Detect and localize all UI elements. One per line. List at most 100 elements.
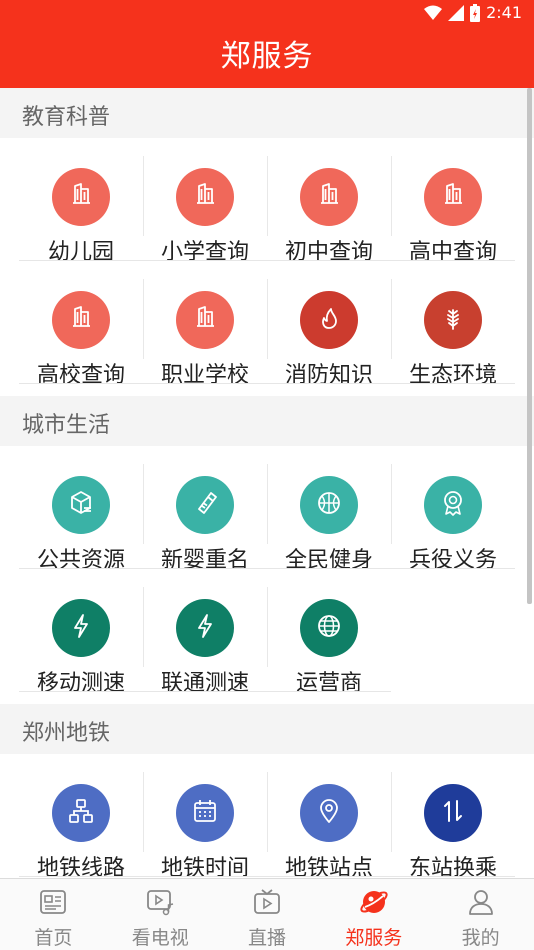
service-icon-circle xyxy=(300,291,358,349)
medal-icon xyxy=(438,488,468,522)
calendar-icon xyxy=(190,796,220,830)
tv-music-icon xyxy=(145,887,175,917)
live-tv-icon xyxy=(252,887,282,917)
service-item[interactable]: 初中查询 xyxy=(267,138,391,265)
services-list[interactable]: 教育科普幼儿园 小学查询 初中查询 高中查询高校查询 职业学校 消防知识 生态环境城市生活公… xyxy=(0,88,534,878)
service-icon-circle xyxy=(424,784,482,842)
tab-label: 郑服务 xyxy=(345,927,403,949)
section-header: 郑州地铁 xyxy=(0,704,534,754)
service-icon-circle xyxy=(52,476,110,534)
building-icon xyxy=(190,180,220,214)
service-item[interactable]: 东站换乘 xyxy=(391,754,515,878)
building-icon xyxy=(66,180,96,214)
building-icon xyxy=(190,303,220,337)
tab-label: 我的 xyxy=(461,927,500,949)
service-item[interactable]: 高中查询 xyxy=(391,138,515,265)
battery-icon xyxy=(470,3,481,22)
scrollbar[interactable] xyxy=(527,88,532,604)
service-icon-circle xyxy=(52,168,110,226)
service-item[interactable]: 联通测速 xyxy=(143,569,267,696)
planet-icon xyxy=(359,887,389,917)
wifi-icon xyxy=(424,5,443,20)
service-label: 职业学校 xyxy=(160,363,249,388)
section-header: 教育科普 xyxy=(0,88,534,138)
service-label: 消防知识 xyxy=(284,363,373,388)
service-item[interactable]: 地铁时间 xyxy=(143,754,267,878)
service-label: 联通测速 xyxy=(160,671,249,696)
service-label: 高校查询 xyxy=(36,363,125,388)
ball-icon xyxy=(314,488,344,522)
tab-live[interactable]: 直播 xyxy=(214,879,321,950)
service-icon-circle xyxy=(300,784,358,842)
globe-icon xyxy=(314,611,344,645)
service-icon-circle xyxy=(176,476,234,534)
service-item[interactable]: 生态环境 xyxy=(391,261,515,388)
column-divider xyxy=(267,587,268,667)
page-title: 郑服务 xyxy=(220,39,314,74)
flame-icon xyxy=(314,303,344,337)
service-label: 生态环境 xyxy=(408,363,497,388)
column-divider xyxy=(391,279,392,359)
tab-label: 直播 xyxy=(247,927,286,949)
cell-signal-icon xyxy=(448,4,465,21)
row-divider xyxy=(19,383,515,384)
column-divider xyxy=(267,772,268,852)
service-icon-circle xyxy=(176,168,234,226)
service-icon-circle xyxy=(52,599,110,657)
row-divider xyxy=(19,691,391,692)
tab-services[interactable]: 郑服务 xyxy=(320,879,427,950)
service-icon-circle xyxy=(424,168,482,226)
column-divider xyxy=(143,587,144,667)
tab-label: 首页 xyxy=(34,927,73,949)
service-label: 兵役义务 xyxy=(408,548,497,573)
service-label: 地铁线路 xyxy=(36,856,125,878)
service-label: 地铁站点 xyxy=(284,856,373,878)
service-label: 运营商 xyxy=(295,671,362,696)
column-divider xyxy=(267,464,268,544)
column-divider xyxy=(267,279,268,359)
service-icon-circle xyxy=(424,476,482,534)
person-icon xyxy=(466,887,496,917)
service-item[interactable]: 小学查询 xyxy=(143,138,267,265)
service-item[interactable]: 高校查询 xyxy=(19,261,143,388)
column-divider xyxy=(143,279,144,359)
service-icon-circle xyxy=(176,599,234,657)
column-divider xyxy=(391,156,392,236)
column-divider xyxy=(143,156,144,236)
service-item[interactable]: 地铁线路 xyxy=(19,754,143,878)
service-item[interactable]: 新婴重名 xyxy=(143,446,267,573)
section-title: 教育科普 xyxy=(22,105,111,130)
service-item[interactable]: 地铁站点 xyxy=(267,754,391,878)
tab-home[interactable]: 首页 xyxy=(0,879,107,950)
service-icon-circle xyxy=(300,476,358,534)
service-item[interactable]: 全民健身 xyxy=(267,446,391,573)
route-map-icon xyxy=(66,796,96,830)
section-title: 城市生活 xyxy=(22,413,111,438)
transfer-arrows-icon xyxy=(438,796,468,830)
service-icon-circle xyxy=(300,168,358,226)
section-title: 郑州地铁 xyxy=(22,721,111,746)
service-item[interactable]: 公共资源 xyxy=(19,446,143,573)
tab-tv[interactable]: 看电视 xyxy=(107,879,214,950)
building-icon xyxy=(66,303,96,337)
lightning-icon xyxy=(66,611,96,645)
service-label: 移动测速 xyxy=(36,671,125,696)
leaf-icon xyxy=(438,303,468,337)
service-item[interactable]: 运营商 xyxy=(267,569,391,696)
section-header: 城市生活 xyxy=(0,396,534,446)
service-item[interactable]: 消防知识 xyxy=(267,261,391,388)
column-divider xyxy=(143,464,144,544)
building-icon xyxy=(438,180,468,214)
column-divider xyxy=(391,464,392,544)
service-icon-circle xyxy=(424,291,482,349)
app-header: 郑服务 xyxy=(0,28,534,88)
service-icon-circle xyxy=(52,784,110,842)
location-pin-icon xyxy=(314,796,344,830)
tab-mine[interactable]: 我的 xyxy=(427,879,534,950)
row-divider xyxy=(19,876,515,877)
service-item[interactable]: 幼儿园 xyxy=(19,138,143,265)
cube-icon xyxy=(66,488,96,522)
service-item[interactable]: 职业学校 xyxy=(143,261,267,388)
service-item[interactable]: 兵役义务 xyxy=(391,446,515,573)
service-item[interactable]: 移动测速 xyxy=(19,569,143,696)
